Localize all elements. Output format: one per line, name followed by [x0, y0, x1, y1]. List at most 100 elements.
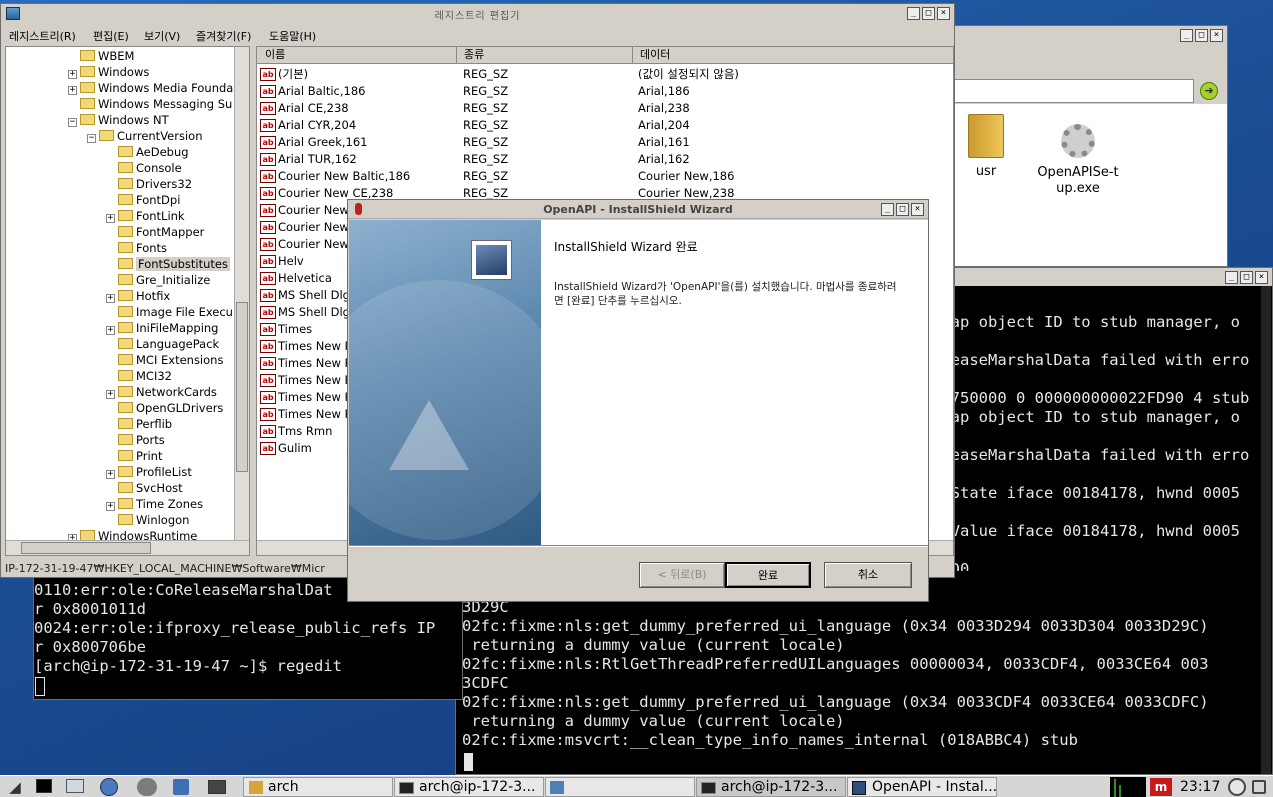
expand-toggle-icon[interactable]: + — [68, 70, 77, 79]
power-icon[interactable] — [1228, 778, 1246, 796]
menu-edit[interactable]: 편집(E) — [93, 28, 129, 44]
folder-icon — [118, 450, 133, 461]
taskbar-item-regedit[interactable] — [545, 777, 695, 797]
value-row[interactable]: ab Arial Greek,161 REG_SZ Arial,161 — [257, 134, 953, 151]
files-icon[interactable] — [208, 780, 226, 794]
tree-node[interactable]: Fonts — [106, 240, 167, 256]
tree-node[interactable]: + FontLink — [106, 208, 185, 224]
tree-node[interactable]: − CurrentVersion — [87, 128, 202, 144]
tree-node[interactable]: + IniFileMapping — [106, 320, 218, 336]
tree-node[interactable]: + ProfileList — [106, 464, 192, 480]
tree-node[interactable]: MCI32 — [106, 368, 172, 384]
close-icon[interactable]: × — [937, 7, 950, 20]
tree-node[interactable]: FontSubstitutes — [106, 256, 230, 272]
taskbar-item-arch[interactable]: arch — [243, 777, 393, 797]
value-row[interactable]: ab Arial Baltic,186 REG_SZ Arial,186 — [257, 83, 953, 100]
cancel-button[interactable]: 취소 — [824, 562, 912, 588]
scroll-thumb[interactable] — [21, 542, 151, 554]
file-item-openapi-setup[interactable]: OpenAPISe-tup.exe — [1034, 124, 1122, 204]
tree-node[interactable]: Winlogon — [106, 512, 189, 528]
minimize-icon[interactable]: _ — [907, 7, 920, 20]
column-data[interactable]: 데이터 — [634, 47, 670, 63]
tree-node[interactable]: + Time Zones — [106, 496, 203, 512]
minimize-icon[interactable]: _ — [881, 203, 894, 216]
tree-hscroll[interactable] — [6, 540, 249, 555]
close-icon[interactable]: × — [1210, 29, 1223, 42]
tree-node[interactable]: Perflib — [106, 416, 172, 432]
tree-node[interactable]: Ports — [106, 432, 165, 448]
tree-node[interactable]: AeDebug — [106, 144, 189, 160]
maximize-icon[interactable]: □ — [1195, 29, 1208, 42]
value-row[interactable]: ab Arial CYR,204 REG_SZ Arial,204 — [257, 117, 953, 134]
value-type: REG_SZ — [463, 67, 509, 81]
value-row[interactable]: ab Arial TUR,162 REG_SZ Arial,162 — [257, 151, 953, 168]
back-button[interactable]: < 뒤로(B) — [639, 562, 725, 588]
browser-icon[interactable] — [100, 778, 118, 796]
go-arrow-icon[interactable]: ➜ — [1200, 82, 1218, 100]
expand-toggle-icon[interactable]: − — [68, 118, 77, 127]
tree-node[interactable]: FontMapper — [106, 224, 204, 240]
menu-registry[interactable]: 레지스트리(R) — [9, 28, 76, 44]
value-row[interactable]: ab Arial CE,238 REG_SZ Arial,238 — [257, 100, 953, 117]
maximize-icon[interactable]: □ — [1240, 271, 1253, 284]
maximize-icon[interactable]: □ — [896, 203, 909, 216]
taskbar-item-terminal-1[interactable]: arch@ip-172-3... — [394, 777, 544, 797]
keyboard-layout-icon[interactable]: m — [1150, 778, 1172, 796]
tree-node[interactable]: SvcHost — [106, 480, 183, 496]
expand-toggle-icon[interactable]: + — [106, 294, 115, 303]
maximize-icon[interactable]: □ — [922, 7, 935, 20]
file-item-usr[interactable]: usr — [951, 114, 1021, 184]
terminal-scrollbar[interactable] — [1261, 286, 1271, 774]
tree-node[interactable]: + NetworkCards — [106, 384, 217, 400]
clock[interactable]: 23:17 — [1180, 778, 1220, 796]
column-type[interactable]: 종류 — [458, 47, 633, 64]
tree-node[interactable]: + Windows — [68, 64, 149, 80]
finish-button[interactable]: 완료 — [725, 562, 811, 588]
tree-node[interactable]: MCI Extensions — [106, 352, 223, 368]
expand-toggle-icon[interactable]: − — [87, 134, 96, 143]
tree-node[interactable]: Gre_Initialize — [106, 272, 210, 288]
value-row[interactable]: ab Courier New Baltic,186 REG_SZ Courier Ne… — [257, 168, 953, 185]
taskbar-item-openapi[interactable]: OpenAPI - Instal... — [847, 777, 997, 797]
menu-view[interactable]: 보기(V) — [144, 28, 180, 44]
tree-node[interactable]: LanguagePack — [106, 336, 219, 352]
tree-node[interactable]: OpenGLDrivers — [106, 400, 223, 416]
tree-node[interactable]: + Hotfix — [106, 288, 170, 304]
settings-icon[interactable] — [137, 778, 157, 796]
expand-toggle-icon[interactable]: + — [106, 390, 115, 399]
value-row[interactable]: ab (기본) REG_SZ (값이 설정되지 않음) — [257, 66, 953, 83]
tree-node[interactable]: − Windows NT — [68, 112, 169, 128]
right-terminal-output-full[interactable]: 3D29C 02fc:fixme:nls:get_dummy_preferred_… — [462, 598, 1262, 773]
location-input[interactable] — [936, 79, 1194, 103]
apps-icon[interactable] — [173, 779, 189, 795]
tree-node[interactable]: FontDpi — [106, 192, 180, 208]
menu-help[interactable]: 도움말(H) — [269, 28, 316, 44]
expand-toggle-icon[interactable]: + — [106, 502, 115, 511]
column-name[interactable]: 이름 — [257, 47, 457, 64]
menu-favorites[interactable]: 즐겨찾기(F) — [196, 28, 251, 44]
minimize-icon[interactable]: _ — [1225, 271, 1238, 284]
lock-icon[interactable] — [1252, 780, 1266, 794]
tree-vscroll[interactable] — [234, 47, 249, 541]
tree-node[interactable]: Drivers32 — [106, 176, 192, 192]
taskbar-item-terminal-2[interactable]: arch@ip-172-3... — [696, 777, 846, 797]
start-menu-icon[interactable]: ◢ — [4, 778, 26, 796]
expand-toggle-icon[interactable]: + — [68, 86, 77, 95]
close-icon[interactable]: × — [1255, 271, 1268, 284]
tree-node[interactable]: Image File Execu — [106, 304, 233, 320]
tree-node[interactable]: Windows Messaging Su — [68, 96, 232, 112]
expand-toggle-icon[interactable]: + — [106, 326, 115, 335]
tree-node[interactable]: + Windows Media Founda — [68, 80, 233, 96]
tree-node[interactable]: Console — [106, 160, 182, 176]
desktop-icon[interactable] — [66, 779, 84, 793]
expand-toggle-icon[interactable]: + — [106, 214, 115, 223]
minimize-icon[interactable]: _ — [1180, 29, 1193, 42]
close-icon[interactable]: × — [911, 203, 924, 216]
tree-node[interactable]: Print — [106, 448, 162, 464]
tree-node[interactable]: WBEM — [68, 48, 134, 64]
expand-toggle-icon[interactable]: + — [106, 470, 115, 479]
scroll-thumb[interactable] — [236, 302, 248, 472]
terminal-launcher-icon[interactable] — [36, 779, 52, 793]
